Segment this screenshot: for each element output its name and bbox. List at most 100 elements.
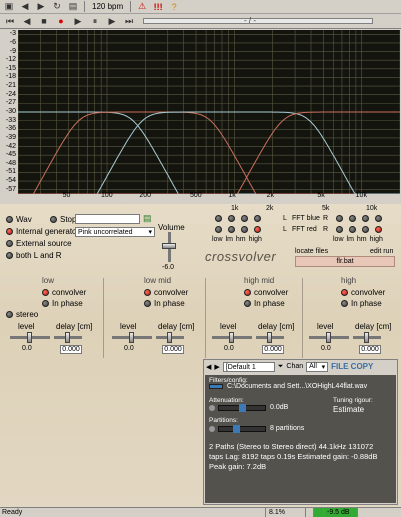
- internal-generator-row[interactable]: Internal generator: [6, 227, 79, 236]
- browse-icon[interactable]: ▤: [143, 213, 152, 224]
- stop-icon[interactable]: ■: [37, 15, 51, 27]
- delay-slider[interactable]: [156, 332, 184, 343]
- delay-slider[interactable]: [256, 332, 284, 343]
- partitions-thumb[interactable]: [233, 425, 240, 433]
- fft-right-led[interactable]: [349, 226, 356, 233]
- level-slider-thumb[interactable]: [27, 332, 32, 343]
- in-phase-led[interactable]: [341, 300, 348, 307]
- convolver-row[interactable]: convolver: [42, 288, 86, 297]
- fft-right-led[interactable]: [349, 215, 356, 222]
- partitions-led[interactable]: [209, 426, 215, 432]
- wav-file-input[interactable]: [75, 214, 140, 224]
- alert-icon[interactable]: !!!: [151, 1, 165, 13]
- help-icon[interactable]: ?: [167, 1, 181, 13]
- in-phase-row[interactable]: In phase: [244, 299, 285, 308]
- open-icon[interactable]: ▣: [2, 1, 16, 13]
- edit-run-label[interactable]: edit run: [370, 248, 393, 255]
- prev-preset-icon[interactable]: ◀: [206, 363, 211, 371]
- level-slider-thumb[interactable]: [129, 332, 134, 343]
- delay-slider-thumb[interactable]: [65, 332, 70, 343]
- fft-left-led[interactable]: [228, 215, 235, 222]
- bat-file-box[interactable]: flr.bat: [295, 256, 395, 267]
- in-phase-led[interactable]: [42, 300, 49, 307]
- in-phase-led[interactable]: [244, 300, 251, 307]
- convolver-led[interactable]: [144, 289, 151, 296]
- locate-files-label[interactable]: locate files: [295, 248, 328, 255]
- external-source-led[interactable]: [6, 240, 13, 247]
- fft-right-led[interactable]: [362, 215, 369, 222]
- stereo-row[interactable]: stereo: [6, 310, 38, 319]
- step-forward-icon[interactable]: ▶: [105, 15, 119, 27]
- convolver-row[interactable]: convolver: [144, 288, 188, 297]
- forward-arrow-icon[interactable]: ▶: [34, 1, 48, 13]
- fft-right-led[interactable]: [336, 215, 343, 222]
- file-copy-button[interactable]: FILE COPY: [331, 362, 373, 371]
- save-icon[interactable]: ▤: [66, 1, 80, 13]
- fft-left-led[interactable]: [215, 215, 222, 222]
- convolver-led[interactable]: [244, 289, 251, 296]
- attenuation-slider[interactable]: [218, 404, 266, 412]
- preset-field[interactable]: [Default 1: [222, 361, 275, 372]
- level-slider[interactable]: [212, 332, 252, 343]
- forward-end-icon[interactable]: ⏭: [122, 15, 136, 27]
- frequency-response-plot[interactable]: [17, 30, 401, 195]
- fft-left-led[interactable]: [254, 226, 261, 233]
- level-slider[interactable]: [309, 332, 349, 343]
- in-phase-row[interactable]: In phase: [341, 299, 382, 308]
- step-back-icon[interactable]: ◀: [20, 15, 34, 27]
- in-phase-led[interactable]: [144, 300, 151, 307]
- stop-led[interactable]: [50, 216, 57, 223]
- in-phase-row[interactable]: In phase: [42, 299, 83, 308]
- external-source-row[interactable]: External source: [6, 239, 72, 248]
- fft-left-led[interactable]: [228, 226, 235, 233]
- chan-select[interactable]: All ▾: [306, 361, 329, 372]
- fft-right-led[interactable]: [375, 215, 382, 222]
- next-preset-icon[interactable]: ▶: [214, 363, 219, 371]
- refresh-icon[interactable]: ↻: [50, 1, 64, 13]
- filter-path[interactable]: C:\Documents and Sett...\XOHighL44flat.w…: [227, 383, 367, 390]
- generator-select[interactable]: Pink uncorrelated ▾: [75, 227, 155, 237]
- fft-right-led[interactable]: [375, 226, 382, 233]
- partitions-slider[interactable]: [218, 425, 266, 433]
- fft-left-led[interactable]: [215, 226, 222, 233]
- delay-slider[interactable]: [54, 332, 82, 343]
- attenuation-led[interactable]: [209, 405, 215, 411]
- wav-source-row[interactable]: Wav: [6, 215, 32, 224]
- delay-slider-thumb[interactable]: [167, 332, 172, 343]
- convolver-row[interactable]: convolver: [244, 288, 288, 297]
- delay-input[interactable]: 0.000: [359, 345, 381, 354]
- tuning-value[interactable]: Estimate: [333, 405, 364, 414]
- back-arrow-icon[interactable]: ◀: [18, 1, 32, 13]
- fft-left-led[interactable]: [254, 215, 261, 222]
- record-icon[interactable]: ●: [54, 15, 68, 27]
- rewind-start-icon[interactable]: ⏮: [3, 15, 17, 27]
- both-lr-led[interactable]: [6, 252, 13, 259]
- delay-slider[interactable]: [353, 332, 381, 343]
- bpm-label[interactable]: 120 bpm: [89, 2, 126, 11]
- convolver-led[interactable]: [341, 289, 348, 296]
- fft-right-led[interactable]: [362, 226, 369, 233]
- level-slider[interactable]: [112, 332, 152, 343]
- position-slider[interactable]: - / -: [143, 16, 373, 25]
- wav-led[interactable]: [6, 216, 13, 223]
- fft-right-led[interactable]: [336, 226, 343, 233]
- level-slider-thumb[interactable]: [229, 332, 234, 343]
- in-phase-row[interactable]: In phase: [144, 299, 185, 308]
- delay-input[interactable]: 0.000: [60, 345, 82, 354]
- play-icon[interactable]: ▶: [71, 15, 85, 27]
- fft-left-led[interactable]: [241, 226, 248, 233]
- convolver-row[interactable]: convolver: [341, 288, 385, 297]
- level-slider[interactable]: [10, 332, 50, 343]
- pause-icon[interactable]: ⏸: [88, 15, 102, 27]
- level-slider-thumb[interactable]: [326, 332, 331, 343]
- stereo-led[interactable]: [6, 311, 13, 318]
- internal-generator-led[interactable]: [6, 228, 13, 235]
- volume-slider-thumb[interactable]: [162, 243, 176, 249]
- delay-input[interactable]: 0.000: [162, 345, 184, 354]
- chevron-down-icon[interactable]: ⏷: [278, 363, 284, 371]
- filter-file-icon[interactable]: [209, 384, 223, 389]
- stop-row[interactable]: Stop: [50, 215, 76, 224]
- delay-input[interactable]: 0.000: [262, 345, 284, 354]
- attenuation-thumb[interactable]: [239, 404, 246, 412]
- both-lr-row[interactable]: both L and R: [6, 251, 62, 260]
